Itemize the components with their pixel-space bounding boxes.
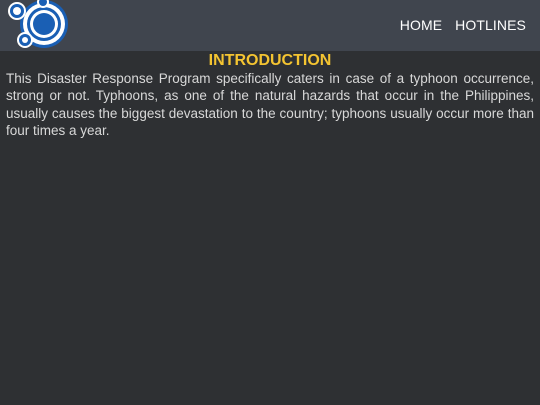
intro-paragraph: This Disaster Response Program specifica… [6, 71, 534, 139]
nav-links: HOME HOTLINES [400, 17, 526, 33]
main-content: INTRODUCTION This Disaster Response Prog… [6, 52, 534, 140]
page-title: INTRODUCTION [208, 52, 332, 69]
nav-home-link[interactable]: HOME [400, 17, 442, 33]
nav-hotlines-link[interactable]: HOTLINES [455, 17, 526, 33]
circles-logo-icon[interactable] [5, 0, 73, 51]
navbar: HOME HOTLINES [0, 0, 540, 51]
